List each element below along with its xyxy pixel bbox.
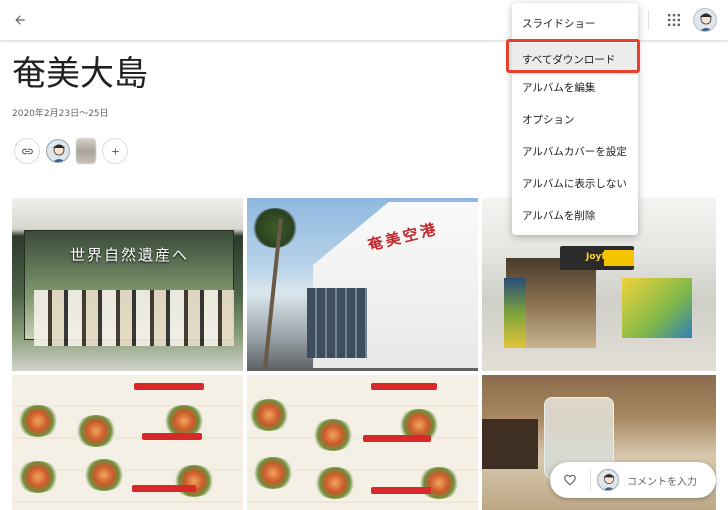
apps-grid-icon bbox=[668, 14, 680, 26]
arrow-back-icon bbox=[15, 15, 25, 25]
apps-button[interactable] bbox=[662, 8, 686, 32]
menu-item-set-cover[interactable]: アルバムカバーを設定 bbox=[512, 135, 638, 167]
menu-item-edit-album[interactable]: アルバムを編集 bbox=[512, 71, 638, 103]
shared-user-avatar[interactable] bbox=[46, 139, 70, 163]
album-title: 奄美大島 bbox=[12, 54, 148, 94]
shared-user-avatar-blurred[interactable] bbox=[76, 138, 96, 164]
add-people-button[interactable] bbox=[102, 138, 128, 164]
photo-thumbnail[interactable]: 世界自然遺産へ bbox=[12, 198, 243, 371]
copy-link-button[interactable] bbox=[14, 138, 40, 164]
album-date-range: 2020年2月23日～25日 bbox=[12, 109, 109, 119]
menu-item-slideshow[interactable]: スライドショー bbox=[512, 7, 638, 39]
comment-bar: コメントを入力 bbox=[550, 462, 716, 498]
photo-sign-text: 世界自然遺産へ bbox=[70, 246, 190, 264]
photo-thumbnail[interactable] bbox=[247, 375, 478, 510]
like-button[interactable] bbox=[550, 462, 590, 498]
commenter-avatar bbox=[597, 469, 619, 491]
share-row bbox=[14, 137, 128, 165]
overflow-menu: スライドショー すべてダウンロード アルバムを編集 オプション アルバムカバーを… bbox=[512, 3, 638, 235]
menu-item-options[interactable]: オプション bbox=[512, 103, 638, 135]
menu-item-hide-album[interactable]: アルバムに表示しない bbox=[512, 167, 638, 199]
account-avatar[interactable] bbox=[693, 8, 717, 32]
divider bbox=[648, 10, 649, 30]
photo-thumbnail[interactable] bbox=[12, 375, 243, 510]
back-button[interactable] bbox=[6, 6, 34, 34]
photo-thumbnail[interactable]: 奄美空港 bbox=[247, 198, 478, 371]
heart-outline-icon bbox=[564, 474, 576, 486]
comment-input[interactable]: コメントを入力 bbox=[627, 473, 697, 488]
divider bbox=[590, 470, 591, 490]
link-icon bbox=[21, 148, 33, 154]
menu-item-delete-album[interactable]: アルバムを削除 bbox=[512, 199, 638, 231]
plus-icon bbox=[111, 147, 119, 155]
